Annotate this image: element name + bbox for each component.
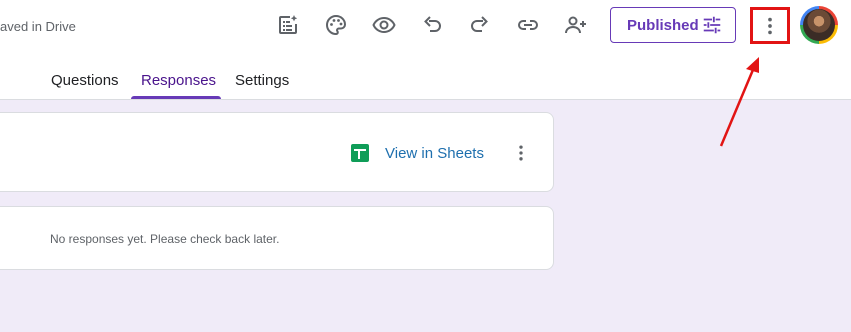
palette-icon	[326, 14, 347, 36]
active-tab-indicator	[131, 96, 221, 99]
redo-icon	[471, 16, 488, 32]
tab-settings[interactable]: Settings	[234, 72, 290, 89]
responses-more-button[interactable]	[511, 143, 531, 163]
avatar[interactable]	[800, 6, 838, 44]
palette-button[interactable]	[323, 12, 349, 38]
more-vert-icon	[768, 17, 772, 34]
responses-summary-card: View in Sheets	[0, 112, 554, 192]
tab-responses[interactable]: Responses	[140, 72, 217, 89]
more-vert-icon	[519, 145, 523, 161]
redo-button[interactable]	[467, 12, 493, 38]
published-label: Published	[627, 16, 699, 34]
annotation-arrow	[719, 57, 759, 147]
link-icon	[518, 20, 538, 30]
avatar-photo	[803, 9, 835, 41]
customize-icon[interactable]	[275, 12, 301, 38]
empty-responses-message: No responses yet. Please check back late…	[50, 232, 280, 246]
saved-status: aved in Drive	[0, 19, 76, 34]
add-collaborators-button[interactable]	[563, 12, 589, 38]
view-in-sheets-link[interactable]: View in Sheets	[385, 145, 484, 162]
copy-link-button[interactable]	[515, 12, 541, 38]
add-collaborator-icon	[565, 16, 586, 34]
undo-icon	[424, 16, 441, 32]
preview-button[interactable]	[371, 12, 397, 38]
tune-icon	[703, 16, 721, 34]
customize-theme-icon	[279, 15, 298, 34]
sheets-icon[interactable]	[351, 144, 369, 162]
empty-responses-card: No responses yet. Please check back late…	[0, 206, 554, 270]
undo-button[interactable]	[419, 12, 445, 38]
tab-questions[interactable]: Questions	[50, 72, 120, 89]
more-options-button[interactable]	[750, 7, 790, 44]
published-button[interactable]: Published	[610, 7, 736, 43]
preview-icon	[372, 16, 396, 34]
